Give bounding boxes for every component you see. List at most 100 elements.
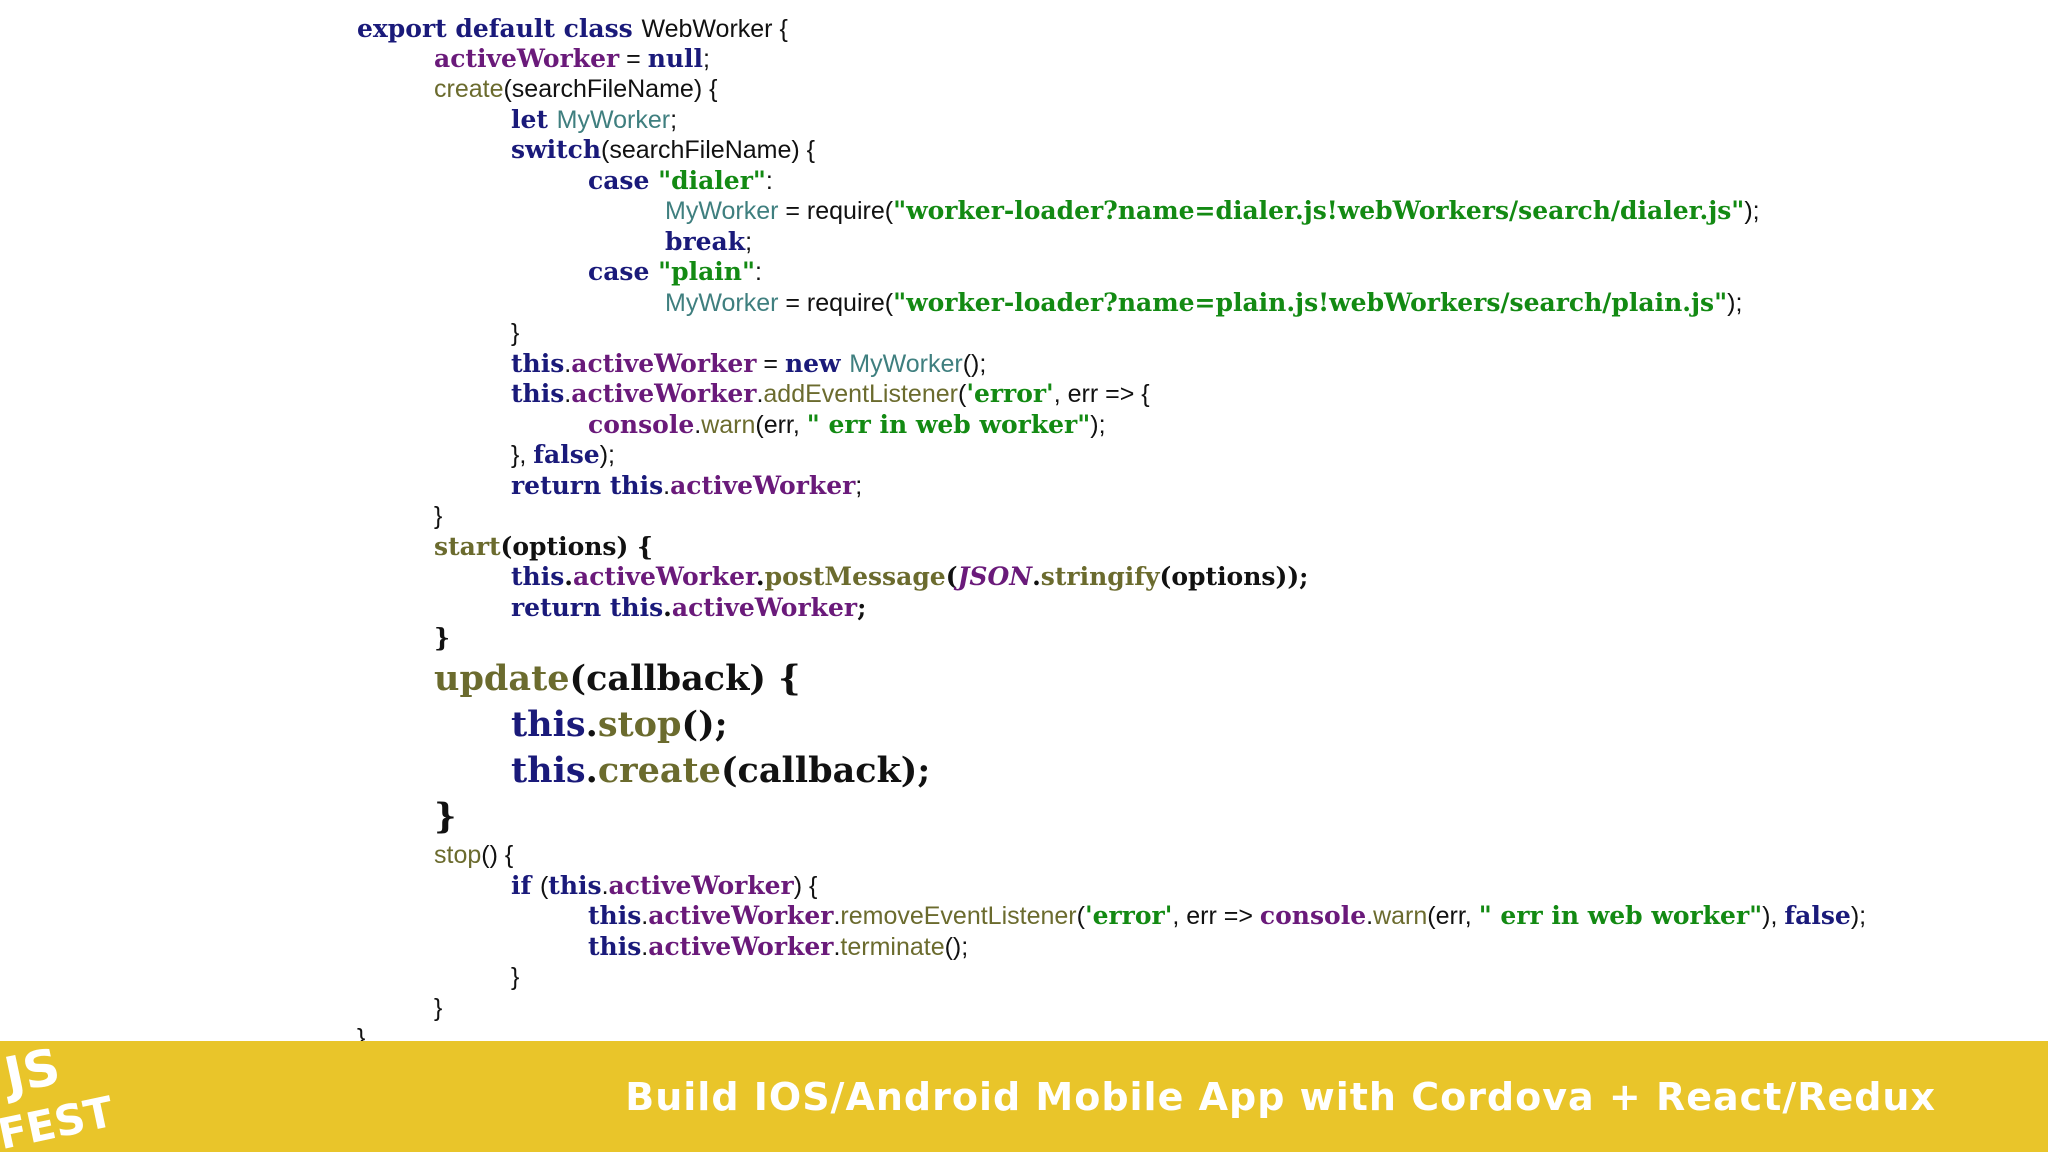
code-token: .	[755, 562, 765, 591]
code-token: start	[434, 532, 501, 561]
code-token: JSON	[957, 562, 1033, 591]
code-line: MyWorker = require("worker-loader?name=p…	[665, 288, 1742, 318]
code-token: activeWorker	[648, 901, 834, 930]
code-token: }	[434, 502, 443, 530]
code-token: }	[511, 963, 520, 991]
code-token: let	[511, 105, 557, 134]
code-line: activeWorker = null;	[434, 44, 710, 74]
code-line: let MyWorker;	[511, 105, 677, 135]
code-token: activeWorker	[571, 349, 757, 378]
code-token: .	[601, 872, 609, 900]
code-token: "worker-loader?name=dialer.js!webWorkers…	[893, 196, 1745, 225]
code-token: break	[665, 227, 746, 256]
code-token: ),	[1762, 902, 1785, 930]
code-line: }	[434, 501, 442, 531]
code-token: addEventListener	[763, 380, 958, 408]
code-line: export default class WebWorker {	[357, 14, 788, 44]
code-token: WebWorker {	[641, 15, 788, 43]
code-token: "plain"	[658, 257, 756, 286]
code-token: stop	[597, 704, 682, 745]
code-token: }	[434, 994, 443, 1022]
code-token: activeWorker	[573, 562, 756, 591]
code-token: ();	[944, 933, 969, 961]
code-token: false	[533, 440, 600, 469]
code-token: 'error'	[1084, 901, 1173, 930]
code-token: (	[945, 562, 958, 591]
footer-bar: Build IOS/Android Mobile App with Cordov…	[0, 1041, 2048, 1152]
code-token: = require(	[778, 289, 894, 317]
code-token: ();	[962, 350, 987, 378]
code-token: ;	[855, 472, 863, 500]
code-line: }	[434, 623, 450, 653]
code-token: case	[588, 257, 659, 286]
code-line: break;	[665, 227, 752, 257]
code-token: ;	[703, 45, 710, 73]
code-line: this.activeWorker.addEventListener('erro…	[511, 379, 1150, 409]
code-line: return this.activeWorker;	[511, 593, 866, 623]
code-line: case "plain":	[588, 257, 762, 287]
code-token: export default class	[357, 14, 642, 43]
code-token: case	[588, 166, 659, 195]
code-token: activeWorker	[434, 44, 620, 73]
code-token: );	[1090, 411, 1106, 439]
code-token: if	[511, 871, 540, 900]
code-token: " err in web worker"	[1478, 901, 1763, 930]
code-line: this.activeWorker.postMessage(JSON.strin…	[511, 562, 1308, 592]
code-token: :	[755, 258, 762, 286]
code-line: }	[434, 993, 442, 1023]
code-token: " err in web worker"	[806, 410, 1091, 439]
code-line: return this.activeWorker;	[511, 471, 862, 501]
code-token: .	[564, 562, 574, 591]
code-token: activeWorker	[608, 871, 794, 900]
code-token: , err =>	[1172, 902, 1260, 930]
code-token: this	[511, 750, 586, 791]
code-token: new	[784, 349, 850, 378]
code-token: );	[1727, 289, 1743, 317]
code-token: update	[434, 658, 570, 699]
code-token: MyWorker	[849, 350, 963, 378]
code-token: =	[756, 350, 785, 378]
code-token: this	[609, 471, 664, 500]
code-token: switch	[511, 135, 602, 164]
code-token: ;	[857, 593, 867, 622]
code-token: 'error'	[966, 379, 1054, 408]
code-token: (searchFileName) {	[503, 75, 718, 103]
code-line: }, false);	[511, 440, 615, 470]
code-line: this.create(callback);	[511, 749, 930, 793]
code-token: (options));	[1159, 562, 1309, 591]
code-token: (options) {	[500, 532, 654, 561]
code-token: = require(	[778, 197, 894, 225]
talk-title: Build IOS/Android Mobile App with Cordov…	[625, 1075, 1936, 1119]
code-line: stop() {	[434, 840, 513, 870]
code-token: activeWorker	[571, 379, 757, 408]
code-token: () {	[481, 841, 514, 869]
code-token: , err => {	[1053, 380, 1150, 408]
code-token: ();	[681, 704, 728, 745]
code-line: this.activeWorker.terminate();	[588, 932, 968, 962]
code-token: this	[511, 704, 586, 745]
code-line: this.activeWorker = new MyWorker();	[511, 349, 986, 379]
code-token: terminate	[840, 933, 945, 961]
code-line: }	[434, 795, 457, 839]
code-token: false	[1784, 901, 1851, 930]
code-token: :	[765, 167, 773, 195]
code-token: }	[434, 623, 451, 652]
code-token: );	[1744, 197, 1760, 225]
code-token: }	[434, 796, 457, 837]
code-token: ) {	[793, 872, 818, 900]
code-token: return	[511, 593, 610, 622]
code-line: }	[511, 318, 519, 348]
code-line: if (this.activeWorker) {	[511, 871, 817, 901]
code-line: update(callback) {	[434, 657, 801, 701]
code-listing: export default class WebWorker {activeWo…	[0, 0, 2048, 1052]
code-token: "dialer"	[658, 166, 766, 195]
code-token: this	[511, 349, 565, 378]
code-token: this	[511, 562, 565, 591]
code-token: this	[588, 901, 642, 930]
code-token: }	[511, 319, 520, 347]
code-token: .	[585, 750, 598, 791]
code-line: case "dialer":	[588, 166, 773, 196]
code-token: .	[663, 593, 672, 622]
code-line: }	[511, 962, 519, 992]
code-token: this	[511, 379, 565, 408]
